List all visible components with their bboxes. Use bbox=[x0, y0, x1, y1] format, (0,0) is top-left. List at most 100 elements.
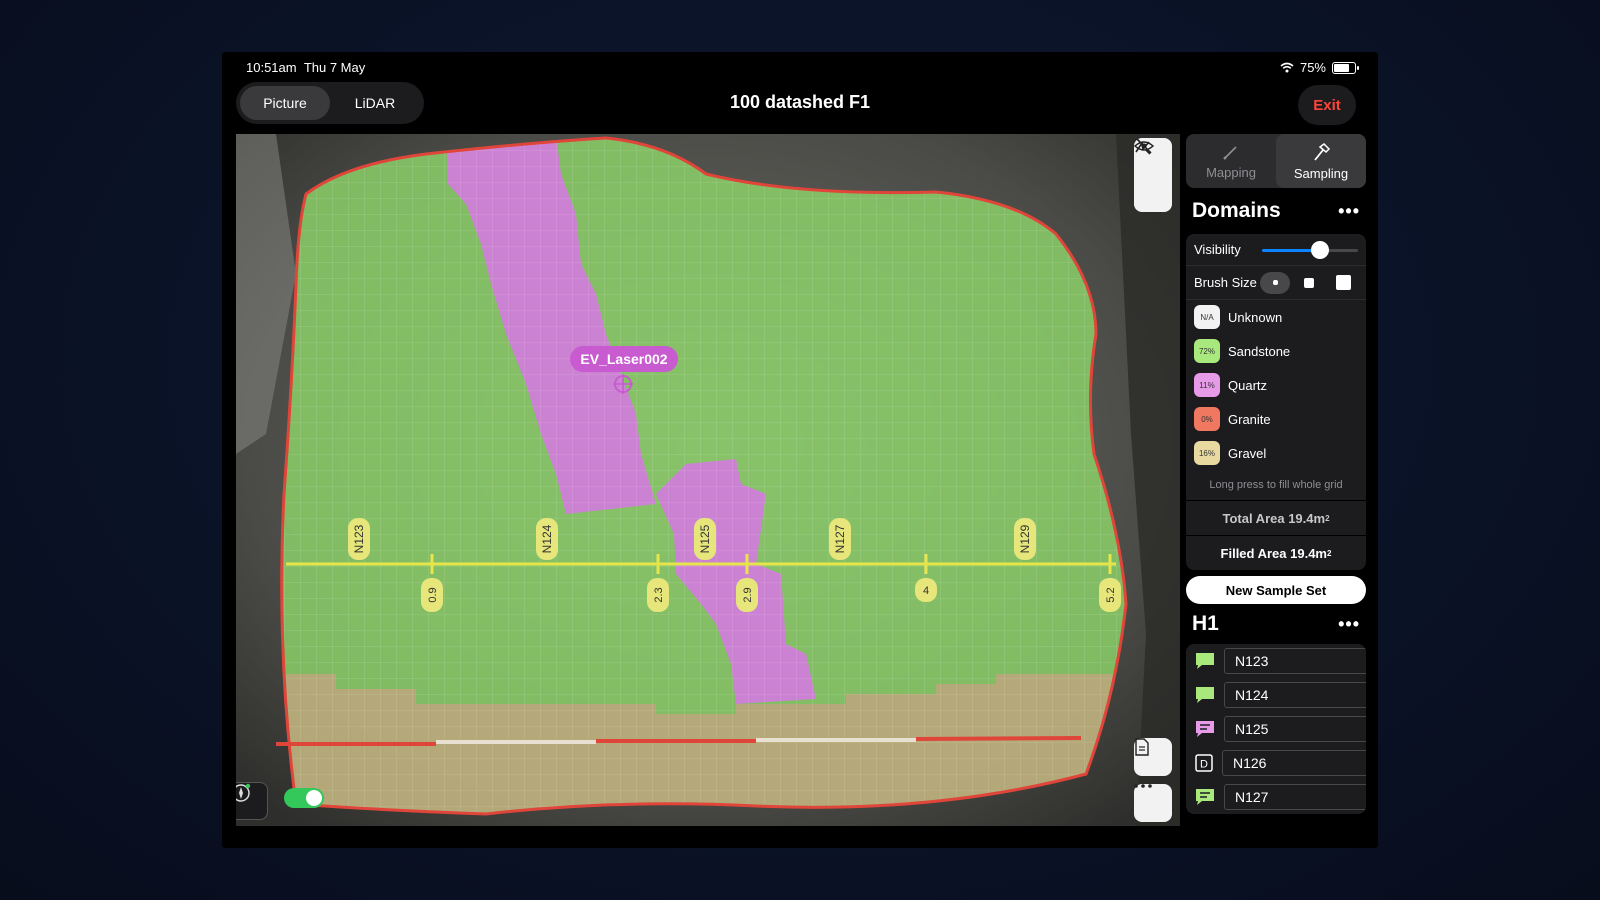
sample-label-n129-text: N129 bbox=[1018, 524, 1032, 553]
ellipsis-icon bbox=[1134, 784, 1152, 788]
layers-toggle[interactable] bbox=[284, 788, 324, 808]
domain-name-gravel: Gravel bbox=[1228, 445, 1267, 461]
face-map-canvas[interactable]: N123 N124 N125 N127 N129 0.9 2.3 2.9 4 5… bbox=[236, 134, 1180, 826]
battery-icon bbox=[1332, 61, 1359, 74]
speech-bubble-icon[interactable] bbox=[1194, 651, 1216, 671]
sample-label-n129[interactable]: N129 bbox=[1014, 518, 1036, 560]
filled-area: Filled Area 19.4m 2 bbox=[1186, 535, 1366, 570]
sample-row-n123[interactable] bbox=[1186, 644, 1366, 678]
filled-area-unit-sup: 2 bbox=[1327, 548, 1332, 558]
sample-row-n127[interactable] bbox=[1186, 780, 1366, 814]
distance-label-3-text: 4 bbox=[923, 585, 929, 597]
speech-bubble-icon[interactable] bbox=[1194, 685, 1216, 705]
domain-name-unknown: Unknown bbox=[1228, 309, 1283, 325]
new-sample-set-button[interactable]: New Sample Set bbox=[1186, 576, 1366, 604]
tab-sampling-label: Sampling bbox=[1293, 165, 1349, 181]
document-icon bbox=[1135, 738, 1149, 756]
sample-name-field[interactable] bbox=[1224, 784, 1366, 810]
pencil-icon bbox=[1223, 145, 1237, 160]
domain-name-sandstone: Sandstone bbox=[1228, 343, 1291, 359]
total-area-unit-sup: 2 bbox=[1325, 513, 1330, 523]
total-area: Total Area 19.4m 2 bbox=[1186, 500, 1366, 535]
sample-label-n123-text: N123 bbox=[352, 524, 366, 553]
more-options-button[interactable] bbox=[1134, 784, 1172, 822]
brush-large-button[interactable] bbox=[1328, 272, 1358, 294]
status-bar: 10:51am Thu 7 May 75% bbox=[222, 52, 1378, 82]
sample-row-n126[interactable]: D bbox=[1186, 746, 1366, 780]
sample-row-n124[interactable] bbox=[1186, 678, 1366, 712]
domain-row-sandstone[interactable]: 72% Sandstone bbox=[1186, 334, 1366, 368]
distance-label-0: 0.9 bbox=[421, 578, 443, 612]
distance-label-2-text: 2.9 bbox=[742, 587, 754, 602]
domain-chip-granite: 0% bbox=[1194, 407, 1220, 431]
status-date: Thu 7 May bbox=[303, 60, 366, 75]
brush-size-row: Brush Size bbox=[1186, 266, 1366, 300]
sample-row-n125[interactable] bbox=[1186, 712, 1366, 746]
sample-label-n125[interactable]: N125 bbox=[694, 518, 716, 560]
filled-area-text: Filled Area 19.4m bbox=[1220, 545, 1327, 561]
domain-name-granite: Granite bbox=[1228, 411, 1271, 427]
distance-label-3: 4 bbox=[915, 578, 937, 602]
fill-hint: Long press to fill whole grid bbox=[1209, 479, 1343, 491]
wifi-icon bbox=[1280, 62, 1294, 73]
domain-row-granite[interactable]: 0% Granite bbox=[1186, 402, 1366, 436]
grid-overlay bbox=[281, 138, 1126, 814]
brush-medium-button[interactable] bbox=[1294, 272, 1324, 294]
tab-mapping-label: Mapping bbox=[1206, 164, 1256, 180]
domain-chip-sandstone: 72% bbox=[1194, 339, 1220, 363]
distance-label-1-text: 2.3 bbox=[653, 587, 665, 602]
sample-label-n127[interactable]: N127 bbox=[829, 518, 851, 560]
sample-name-field[interactable] bbox=[1224, 648, 1366, 674]
sample-list: D bbox=[1186, 644, 1366, 814]
domain-row-gravel[interactable]: 16% Gravel bbox=[1186, 436, 1366, 470]
d-box-icon[interactable]: D bbox=[1194, 753, 1214, 773]
speech-bubble-lines-icon[interactable] bbox=[1194, 787, 1216, 807]
hide-overlay-button[interactable] bbox=[1134, 138, 1168, 209]
hammer-icon bbox=[1314, 142, 1331, 161]
sample-label-n123[interactable]: N123 bbox=[348, 518, 370, 560]
sample-label-n124[interactable]: N124 bbox=[536, 518, 558, 560]
battery-fill bbox=[1334, 63, 1349, 72]
distance-label-0-text: 0.9 bbox=[427, 587, 439, 602]
domain-chip-unknown: N/A bbox=[1194, 305, 1220, 329]
page-title: 100 datashed F1 bbox=[729, 92, 871, 112]
mode-tabs: Mapping Sampling bbox=[1186, 134, 1366, 188]
compass-icon bbox=[236, 783, 251, 802]
domains-panel: Visibility Brush Size N/A Unknown 72% Sa… bbox=[1186, 234, 1366, 570]
sample-name-field[interactable] bbox=[1222, 750, 1366, 776]
domains-title: Domains bbox=[1192, 199, 1281, 222]
ipad-screen: 10:51am Thu 7 May 75% Picture LiDAR 100 … bbox=[222, 52, 1378, 848]
tab-mapping[interactable]: Mapping bbox=[1186, 134, 1276, 188]
sample-set-more-button[interactable]: ••• bbox=[1338, 614, 1360, 635]
exit-button[interactable]: Exit bbox=[1298, 85, 1356, 125]
brush-small-button[interactable] bbox=[1260, 271, 1290, 294]
domain-row-unknown[interactable]: N/A Unknown bbox=[1186, 300, 1366, 334]
domain-chip-gravel: 16% bbox=[1194, 441, 1220, 465]
compass-button[interactable] bbox=[236, 782, 268, 820]
visibility-label: Visibility bbox=[1194, 242, 1241, 257]
face-map-svg[interactable]: N123 N124 N125 N127 N129 0.9 2.3 2.9 4 5… bbox=[236, 134, 1180, 826]
map-tool-group bbox=[1134, 138, 1172, 212]
status-indicators: 75% bbox=[1280, 60, 1359, 75]
brush-size-options bbox=[1260, 271, 1358, 294]
domain-chip-quartz: 11% bbox=[1194, 373, 1220, 397]
distance-label-4-text: 5.2 bbox=[1105, 587, 1117, 602]
battery-percent: 75% bbox=[1299, 60, 1326, 75]
domains-more-button[interactable]: ••• bbox=[1338, 201, 1360, 222]
sample-name-field[interactable] bbox=[1224, 682, 1366, 708]
sample-set-title: H1 bbox=[1192, 612, 1219, 635]
eye-slash-icon bbox=[1134, 138, 1154, 154]
visibility-slider-knob[interactable] bbox=[1310, 240, 1329, 259]
notes-button[interactable] bbox=[1134, 738, 1172, 776]
distance-label-2: 2.9 bbox=[736, 578, 758, 612]
brush-size-label: Brush Size bbox=[1194, 275, 1257, 290]
status-time-date: 10:51am Thu 7 May bbox=[246, 60, 365, 75]
domain-row-quartz[interactable]: 11% Quartz bbox=[1186, 368, 1366, 402]
visibility-slider[interactable] bbox=[1262, 240, 1358, 260]
visibility-row: Visibility bbox=[1186, 234, 1366, 266]
tab-sampling[interactable]: Sampling bbox=[1276, 134, 1366, 188]
sample-name-field[interactable] bbox=[1224, 716, 1366, 742]
domain-overlay bbox=[281, 138, 1126, 814]
speech-bubble-lines-icon[interactable] bbox=[1194, 719, 1216, 739]
sample-label-n127-text: N127 bbox=[833, 524, 847, 553]
